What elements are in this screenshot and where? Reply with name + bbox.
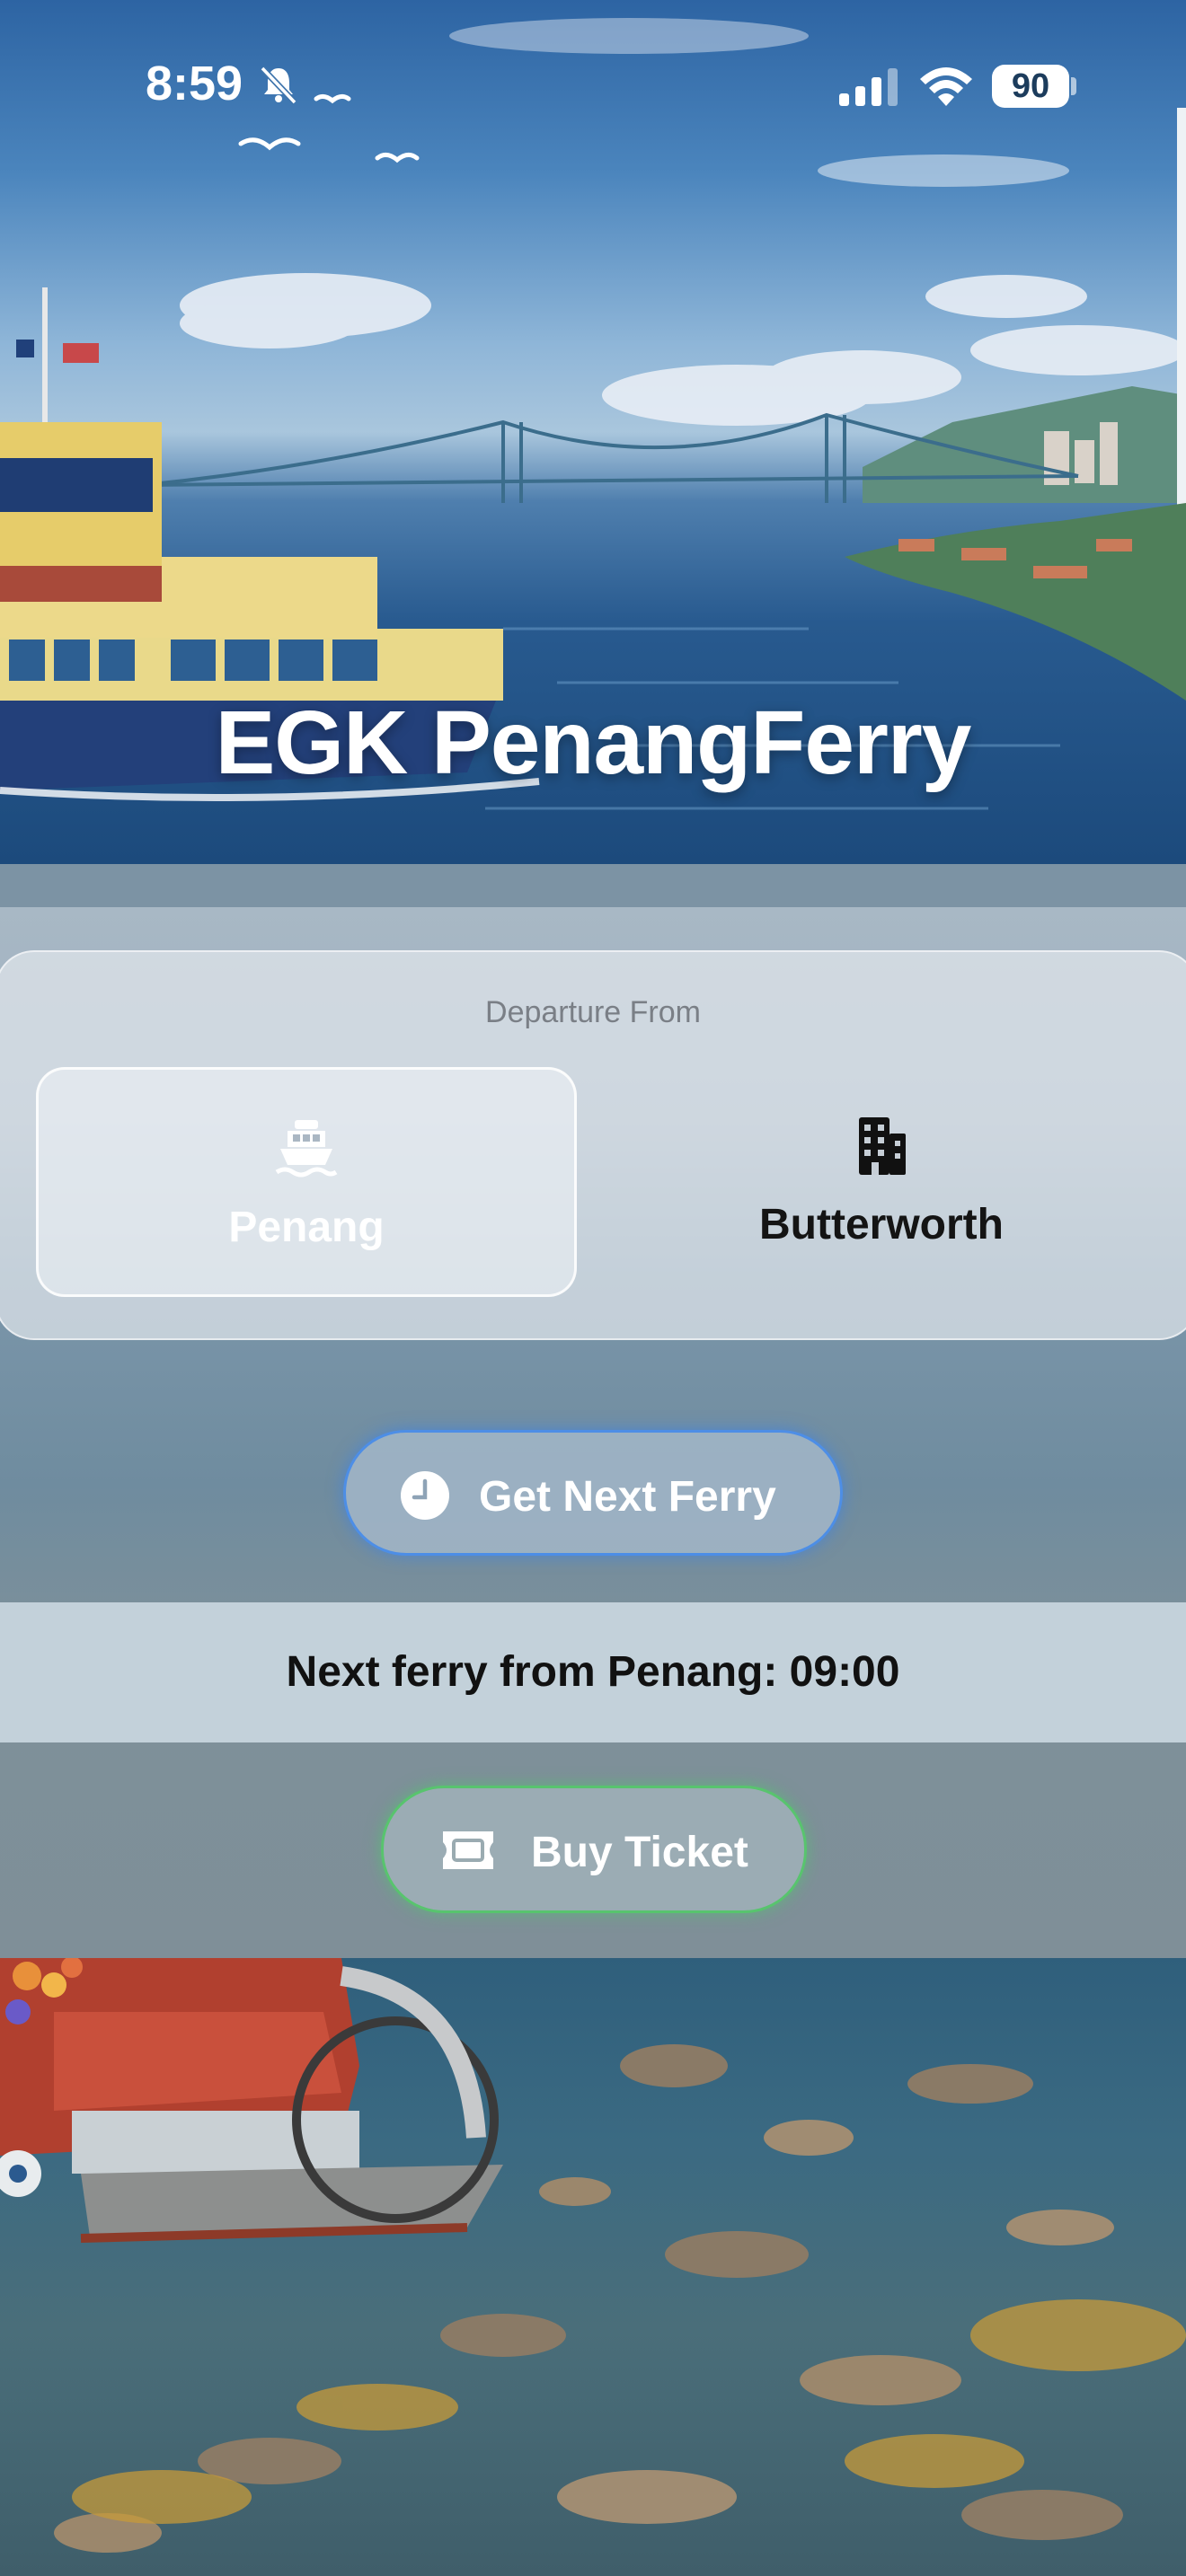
ticket-icon [443,1831,493,1869]
app-title: EGK PenangFerry [215,693,972,793]
clock-icon [401,1471,449,1520]
silent-bell-icon [260,66,297,105]
buy-ticket-label: Buy Ticket [531,1829,748,1876]
divider-band [0,864,1186,907]
get-next-ferry-label: Get Next Ferry [479,1473,776,1521]
wifi-icon [920,67,972,106]
departure-label: Departure From [485,995,701,1029]
status-time: 8:59 [146,57,243,110]
option-label: Butterworth [759,1201,1004,1248]
building-icon [859,1117,906,1175]
battery-indicator: 90 [992,65,1069,108]
status-bar: 8:59 90 [0,0,1186,171]
option-label: Penang [228,1204,385,1251]
next-ferry-result: Next ferry from Penang: 09:00 [0,1602,1186,1742]
battery-tip [1071,77,1076,95]
buy-ticket-button[interactable]: Buy Ticket [381,1786,807,1913]
next-ferry-text: Next ferry from Penang: 09:00 [286,1648,900,1696]
bottom-illustration [0,1958,1186,2576]
trishaw-illustration [0,1958,503,2243]
get-next-ferry-button[interactable]: Get Next Ferry [343,1430,843,1556]
cellular-signal-icon [839,68,898,106]
departure-option-butterworth[interactable]: Butterworth [611,1067,1152,1297]
trishaw-shore-illustration [0,1958,1186,2553]
departure-option-penang[interactable]: Penang [36,1067,577,1297]
ferry-icon [275,1120,338,1178]
